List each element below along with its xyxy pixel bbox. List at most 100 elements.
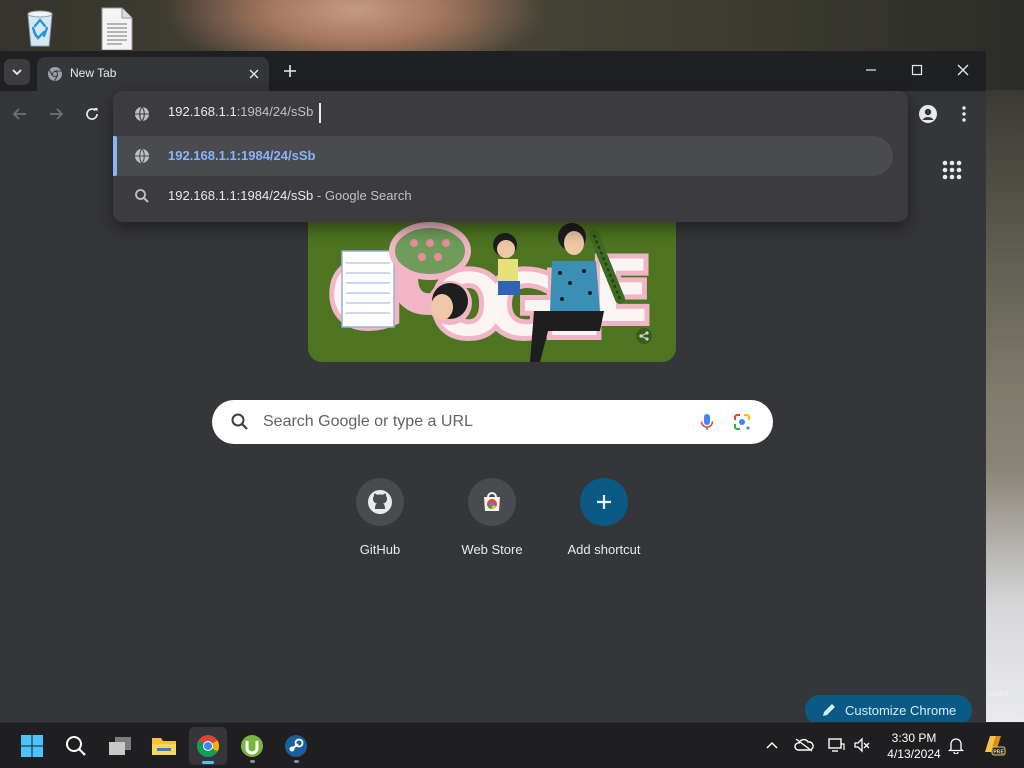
doodle-illustration-icon: GOO GLE GOGLE — [308, 221, 676, 362]
wallpaper-edge — [986, 90, 1024, 722]
plus-icon — [580, 478, 628, 526]
onedrive-tray-button[interactable] — [794, 735, 814, 755]
shortcut-label: Web Store — [461, 542, 523, 557]
shortcut-add[interactable]: Add shortcut — [548, 476, 660, 566]
chrome-favicon-icon — [48, 67, 62, 82]
volume-muted-icon — [854, 737, 870, 753]
shortcut-web-store[interactable]: Web Store — [436, 476, 548, 566]
google-apps-button[interactable] — [940, 158, 964, 182]
shortcut-label: GitHub — [359, 542, 401, 557]
steam-icon — [285, 735, 307, 757]
running-indicator — [294, 760, 299, 763]
reload-button[interactable] — [80, 102, 104, 126]
utorrent-icon — [241, 735, 263, 757]
tab-new-tab[interactable]: New Tab — [37, 57, 269, 91]
reload-icon — [86, 108, 98, 120]
suggestion-url[interactable]: 192.168.1.1:1984/24/sSb — [113, 136, 893, 176]
suggestion-search[interactable]: 192.168.1.1:1984/24/sSb - Google Search — [113, 176, 893, 216]
web-store-icon — [468, 478, 516, 526]
maximize-button[interactable] — [894, 53, 940, 87]
copilot-icon: PRE — [985, 736, 1006, 756]
chrome-icon — [197, 735, 219, 757]
search-icon — [66, 736, 86, 756]
suggestion-text: 192.168.1.1:1984/24/sSb — [168, 188, 314, 203]
customize-chrome-button[interactable]: Customize Chrome — [805, 695, 972, 722]
google-doodle[interactable]: GOO GLE GOGLE — [308, 221, 676, 362]
shortcut-github[interactable]: GitHub — [324, 476, 436, 566]
taskbar: 3:30 PM 4/13/2024 PRE — [0, 722, 1024, 768]
chevron-up-icon — [766, 741, 778, 749]
address-path: :1984/24/sSb — [236, 104, 314, 119]
chrome-menu-button[interactable] — [952, 102, 976, 126]
text-cursor-icon — [319, 103, 321, 123]
windows-logo-icon — [21, 735, 43, 757]
running-indicator — [250, 760, 255, 763]
profile-icon — [919, 105, 937, 123]
tab-close-button[interactable] — [245, 65, 263, 83]
network-tray-button[interactable] — [826, 735, 846, 755]
minimize-button[interactable] — [848, 53, 894, 87]
more-vert-icon — [962, 106, 966, 122]
search-icon — [231, 413, 248, 430]
arrow-right-icon — [50, 108, 64, 120]
search-icon — [135, 189, 149, 203]
copilot-button[interactable]: PRE — [980, 732, 1006, 758]
back-button[interactable] — [8, 102, 32, 126]
network-icon — [828, 738, 845, 752]
customize-chrome-label: Customize Chrome — [845, 702, 957, 718]
arrow-left-icon — [12, 108, 26, 120]
close-icon — [957, 64, 969, 76]
cloud-offline-icon — [794, 738, 814, 752]
notifications-button[interactable] — [946, 735, 966, 755]
search-placeholder: Search Google or type a URL — [263, 413, 473, 430]
steam-taskbar-button[interactable] — [277, 727, 315, 765]
forward-button[interactable] — [44, 102, 68, 126]
plus-icon — [284, 65, 296, 77]
github-icon — [356, 478, 404, 526]
background-text: ecent — [989, 689, 1009, 698]
ntp-search-box[interactable]: Search Google or type a URL — [212, 400, 773, 444]
taskbar-search-button[interactable] — [57, 727, 95, 765]
tab-title: New Tab — [70, 66, 117, 80]
omnibox-popup: 192.168.1.1:1984/24/sSb 192.168.1.1:1984… — [113, 91, 908, 222]
address-host: 192.168.1.1 — [168, 104, 237, 119]
folder-icon — [152, 738, 176, 755]
tab-strip: New Tab — [0, 51, 986, 91]
chrome-taskbar-button[interactable] — [189, 727, 227, 765]
minimize-icon — [866, 69, 876, 71]
new-tab-button[interactable] — [279, 60, 301, 82]
task-view-button[interactable] — [101, 727, 139, 765]
system-clock[interactable]: 3:30 PM 4/13/2024 — [880, 730, 948, 762]
google-lens-icon[interactable] — [731, 411, 753, 433]
clock-time: 3:30 PM — [891, 731, 937, 745]
show-hidden-icons-button[interactable] — [762, 735, 782, 755]
share-icon[interactable] — [636, 328, 652, 344]
apps-grid-icon — [942, 160, 962, 180]
volume-tray-button[interactable] — [852, 735, 872, 755]
maximize-icon — [911, 64, 923, 76]
shortcut-label: Add shortcut — [567, 542, 641, 557]
recycle-bin-icon[interactable] — [18, 6, 62, 50]
start-button[interactable] — [13, 727, 51, 765]
suggestion-text: 192.168.1.1:1984/24/sSb — [168, 148, 316, 163]
close-icon — [249, 69, 259, 79]
microphone-icon[interactable] — [696, 411, 718, 433]
active-indicator — [202, 761, 214, 764]
globe-icon — [135, 148, 149, 164]
tab-search-button[interactable] — [4, 59, 30, 85]
globe-icon — [135, 106, 149, 122]
bell-icon — [948, 738, 964, 754]
text-document-icon[interactable] — [94, 6, 138, 51]
profile-button[interactable] — [916, 102, 940, 126]
pencil-icon — [823, 704, 835, 716]
file-explorer-button[interactable] — [145, 727, 183, 765]
close-window-button[interactable] — [940, 53, 986, 87]
task-view-icon — [109, 737, 131, 755]
clock-date: 4/13/2024 — [887, 747, 941, 761]
utorrent-taskbar-button[interactable] — [233, 727, 271, 765]
address-bar-input[interactable]: 192.168.1.1:1984/24/sSb — [168, 104, 848, 124]
chevron-down-icon — [12, 69, 22, 76]
svg-text:PRE: PRE — [993, 749, 1004, 755]
suggestion-text-wrap: 192.168.1.1:1984/24/sSb - Google Search — [168, 188, 412, 203]
suggestion-suffix: - Google Search — [313, 188, 412, 203]
